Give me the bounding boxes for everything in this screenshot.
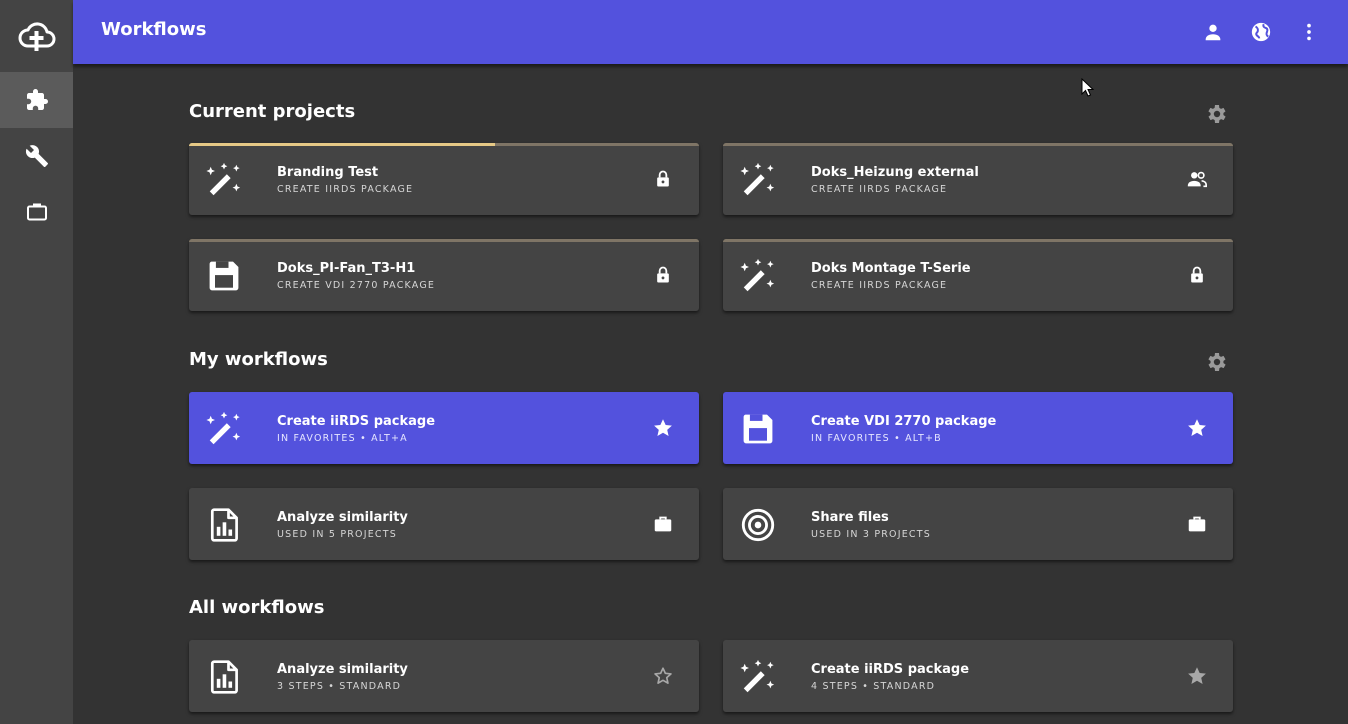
card-subtitle: IN FAVORITES • ALT+B [811, 433, 942, 444]
briefcase-icon [1185, 512, 1209, 536]
card-title: Doks Montage T-Serie [811, 261, 971, 276]
magic-wand-icon [739, 658, 777, 696]
magic-wand-icon [739, 257, 777, 295]
card-subtitle: IN FAVORITES • ALT+A [277, 433, 408, 444]
mouse-cursor-icon [1081, 78, 1095, 97]
card-title: Create iiRDS package [277, 414, 436, 429]
card-subtitle: CREATE IIRDS PACKAGE [811, 280, 948, 291]
rail-item-projects[interactable] [0, 184, 73, 240]
project-card[interactable]: Branding Test CREATE IIRDS PACKAGE [189, 143, 699, 215]
card-subtitle: CREATE IIRDS PACKAGE [811, 184, 948, 195]
floppy-icon [205, 257, 243, 295]
section-title-current-projects: Current projects [189, 101, 356, 122]
card-title: Branding Test [277, 165, 379, 180]
language-button[interactable] [1245, 16, 1277, 48]
lock-icon [651, 167, 675, 191]
gear-icon [1204, 350, 1228, 374]
page-title: Workflows [101, 19, 207, 40]
users-icon [1185, 167, 1209, 191]
cloud-plus-icon [18, 22, 55, 51]
globe-icon [1251, 22, 1271, 42]
card-title: Analyze similarity [277, 662, 408, 677]
rail-item-tools[interactable] [0, 128, 73, 184]
star-outline-icon [652, 665, 674, 687]
workflow-card[interactable]: Create iiRDS package IN FAVORITES • ALT+… [189, 392, 699, 464]
magic-wand-icon [205, 161, 243, 199]
workflow-card[interactable]: Analyze similarity 3 STEPS • STANDARD [189, 640, 699, 712]
app-bar: Workflows [73, 0, 1348, 64]
project-card[interactable]: Doks_PI-Fan_T3-H1 CREATE VDI 2770 PACKAG… [189, 239, 699, 311]
card-subtitle: USED IN 5 PROJECTS [277, 529, 397, 540]
workflow-card[interactable]: Create VDI 2770 package IN FAVORITES • A… [723, 392, 1233, 464]
magic-wand-icon [739, 161, 777, 199]
favorite-star-button[interactable] [1185, 664, 1209, 688]
card-title: Share files [811, 510, 889, 525]
card-subtitle: CREATE VDI 2770 PACKAGE [277, 280, 436, 291]
card-title: Create VDI 2770 package [811, 414, 997, 429]
chart-file-icon [205, 658, 243, 696]
more-vert-icon [1307, 23, 1311, 41]
card-title: Doks_Heizung external [811, 165, 979, 180]
chart-file-icon [205, 506, 243, 544]
workflow-card[interactable]: Create iiRDS package 4 STEPS • STANDARD [723, 640, 1233, 712]
card-title: Analyze similarity [277, 510, 408, 525]
card-subtitle: 3 STEPS • STANDARD [277, 681, 402, 692]
section-title-all-workflows: All workflows [189, 597, 325, 618]
star-icon [652, 417, 674, 439]
card-subtitle: USED IN 3 PROJECTS [811, 529, 931, 540]
card-top-border [723, 143, 1233, 146]
magic-wand-icon [205, 410, 243, 448]
favorite-star-button[interactable] [651, 664, 675, 688]
section-title-my-workflows: My workflows [189, 349, 328, 370]
workflow-card[interactable]: Analyze similarity USED IN 5 PROJECTS [189, 488, 699, 560]
lock-icon [651, 263, 675, 287]
project-card[interactable]: Doks_Heizung external CREATE IIRDS PACKA… [723, 143, 1233, 215]
puzzle-icon [26, 89, 48, 110]
project-progress-bar [189, 143, 495, 146]
star-icon [1186, 417, 1208, 439]
briefcase-icon [26, 203, 47, 221]
project-card[interactable]: Doks Montage T-Serie CREATE IIRDS PACKAG… [723, 239, 1233, 311]
navigation-rail [0, 0, 73, 724]
more-menu-button[interactable] [1293, 16, 1325, 48]
account-button[interactable] [1197, 16, 1229, 48]
card-subtitle: 4 STEPS • STANDARD [811, 681, 936, 692]
app-logo[interactable] [0, 0, 73, 72]
lock-icon [1185, 263, 1209, 287]
wrench-icon [25, 145, 48, 167]
card-top-border [723, 239, 1233, 242]
current-projects-settings-button[interactable] [1202, 100, 1230, 128]
target-icon [739, 506, 777, 544]
my-workflows-settings-button[interactable] [1202, 348, 1230, 376]
card-subtitle: CREATE IIRDS PACKAGE [277, 184, 414, 195]
briefcase-icon [651, 512, 675, 536]
favorite-star-button[interactable] [651, 416, 675, 440]
card-top-border [189, 239, 699, 242]
card-title: Doks_PI-Fan_T3-H1 [277, 261, 416, 276]
rail-item-workflows[interactable] [0, 72, 73, 128]
card-title: Create iiRDS package [811, 662, 970, 677]
workflow-card[interactable]: Share files USED IN 3 PROJECTS [723, 488, 1233, 560]
floppy-icon [739, 410, 777, 448]
account-icon [1205, 24, 1221, 41]
gear-icon [1204, 102, 1228, 126]
star-icon [1186, 665, 1208, 687]
favorite-star-button[interactable] [1185, 416, 1209, 440]
